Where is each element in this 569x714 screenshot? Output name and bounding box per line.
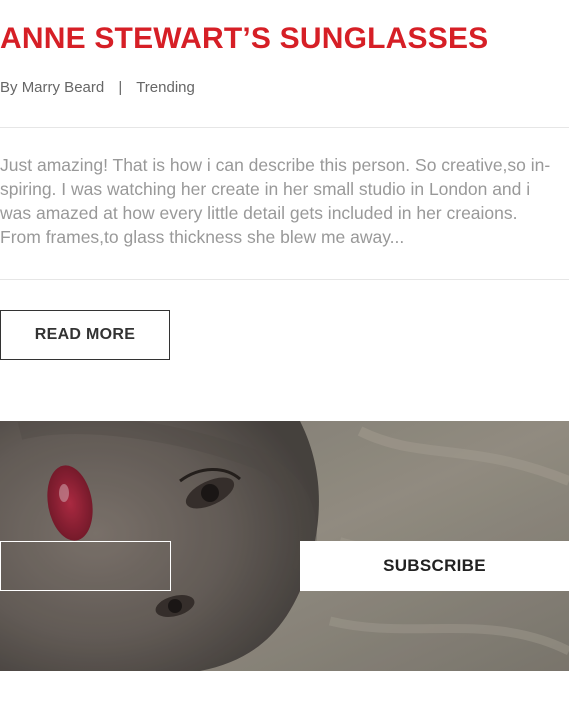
by-label: By (0, 79, 18, 96)
post-excerpt: Just amazing! That is how i can describe… (0, 155, 551, 247)
newsletter-banner: SUBSCRIBE (0, 421, 569, 671)
divider-top (0, 127, 569, 128)
email-input[interactable] (0, 541, 171, 591)
divider-bottom (0, 279, 569, 280)
post-meta: By Marry Beard | Trending (0, 79, 195, 96)
post-title[interactable]: ANNE STEWART’S SUNGLASSES (0, 22, 488, 56)
read-more-button[interactable]: READ MORE (0, 310, 170, 360)
meta-separator: | (118, 79, 123, 96)
subscribe-button[interactable]: SUBSCRIBE (300, 541, 569, 591)
author-link[interactable]: Marry Beard (22, 79, 105, 96)
category-link[interactable]: Trending (136, 79, 195, 96)
